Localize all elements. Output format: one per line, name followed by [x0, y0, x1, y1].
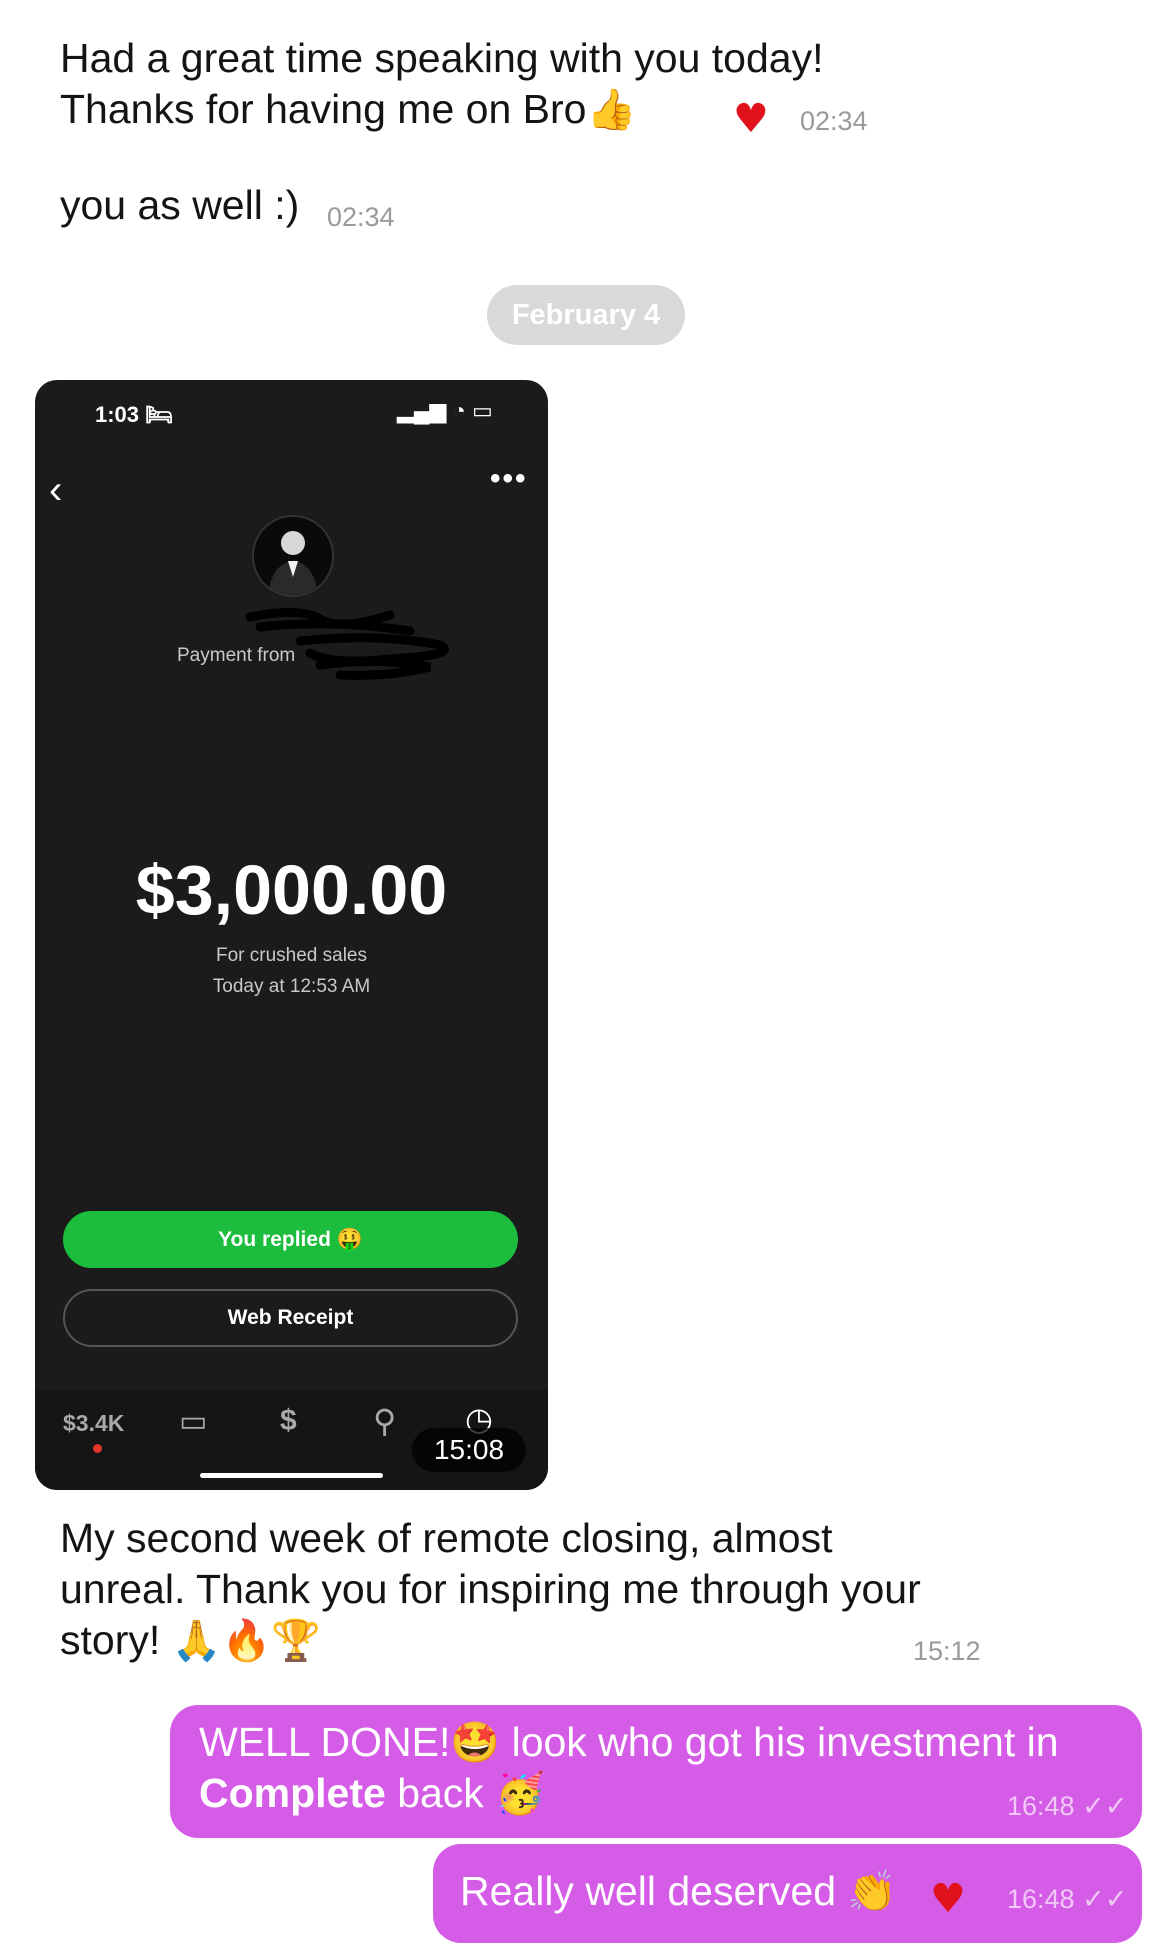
dollar-icon[interactable]: $ — [280, 1404, 297, 1438]
outgoing-1-text-c: back — [385, 1770, 484, 1816]
payment-note: For crushed sales — [215, 945, 367, 966]
message-3-text: story! — [60, 1617, 161, 1663]
web-receipt-button[interactable]: Web Receipt — [63, 1289, 518, 1347]
message-1-line-2: Thanks for having me on Bro👍 — [60, 84, 636, 136]
message-3-time: 15:12 — [913, 1636, 981, 1666]
outgoing-1-time-text: 16:48 — [1007, 1791, 1075, 1821]
more-options-icon[interactable]: ••• — [490, 462, 528, 496]
message-3-line-1: My second week of remote closing, almost — [60, 1515, 833, 1561]
outgoing-2-text: Really well deserved — [460, 1868, 837, 1914]
video-time-overlay: 15:08 — [412, 1428, 526, 1472]
outgoing-message-2[interactable]: Really well deserved 👏 ♥ 16:48 ✓✓ — [433, 1844, 1142, 1943]
heart-reaction-icon[interactable]: ♥ — [733, 96, 769, 142]
back-chevron-icon[interactable]: ‹ — [49, 468, 62, 513]
status-time: 1:03 🛏 — [95, 402, 173, 428]
message-3-line-3: story! 🙏🔥🏆 — [60, 1615, 321, 1667]
outgoing-message-1[interactable]: WELL DONE!🤩 look who got his investment … — [170, 1705, 1142, 1838]
outgoing-1-line-2: Complete back 🥳 — [199, 1768, 545, 1820]
outgoing-1-line-1: WELL DONE!🤩 look who got his investment … — [199, 1717, 1059, 1769]
message-2-text: you as well :) — [60, 182, 300, 228]
message-1-time: 02:34 — [800, 106, 868, 136]
outgoing-1-text-b: look who got his investment in — [500, 1719, 1059, 1765]
payment-date: Today at 12:53 AM — [212, 976, 371, 997]
party-face-icon: 🥳 — [495, 1771, 546, 1817]
you-replied-button[interactable]: You replied 🤑 — [63, 1211, 518, 1268]
payment-from-label: Payment from — [177, 645, 296, 666]
outgoing-2-time: 16:48 ✓✓ — [1007, 1884, 1127, 1915]
outgoing-1-time: 16:48 ✓✓ — [1007, 1791, 1127, 1822]
outgoing-2-line: Really well deserved 👏 — [460, 1866, 897, 1918]
status-time-text: 1:03 — [95, 402, 140, 427]
read-ticks-icon: ✓✓ — [1082, 1791, 1128, 1821]
thumbs-up-icon: 👍 — [586, 87, 637, 133]
tab-balance[interactable]: $3.4K — [63, 1410, 124, 1437]
outgoing-1-bold-word: Complete — [199, 1770, 386, 1816]
date-divider: February 4 — [487, 285, 685, 345]
star-struck-icon: 🤩 — [450, 1720, 501, 1766]
outgoing-1-text-a: WELL DONE! — [199, 1719, 451, 1765]
bed-icon: 🛏 — [145, 402, 174, 427]
card-icon[interactable]: ▭ — [179, 1404, 207, 1439]
notification-dot — [93, 1444, 102, 1453]
status-icons: ▂▄▆ ◔ ▭ — [397, 398, 493, 423]
message-2-time: 02:34 — [327, 202, 395, 232]
clapping-hands-icon: 👏 — [847, 1869, 898, 1915]
avatar — [252, 515, 334, 597]
heart-reaction-icon-2[interactable]: ♥ — [930, 1876, 966, 1922]
message-1-text: Thanks for having me on Bro — [60, 86, 587, 132]
read-ticks-icon-2: ✓✓ — [1082, 1884, 1128, 1914]
search-icon[interactable]: ⚲ — [373, 1402, 396, 1440]
message-1-line-1: Had a great time speaking with you today… — [60, 35, 824, 81]
payment-screenshot-image[interactable]: 1:03 🛏 ▂▄▆ ◔ ▭ ‹ ••• Payment from $3,000… — [35, 380, 548, 1490]
payment-amount: $3,000.00 — [135, 851, 448, 929]
outgoing-2-time-text: 16:48 — [1007, 1884, 1075, 1914]
pray-fire-trophy-icon: 🙏🔥🏆 — [171, 1618, 322, 1664]
message-3-line-2: unreal. Thank you for inspiring me throu… — [60, 1566, 921, 1612]
home-indicator — [200, 1473, 383, 1478]
